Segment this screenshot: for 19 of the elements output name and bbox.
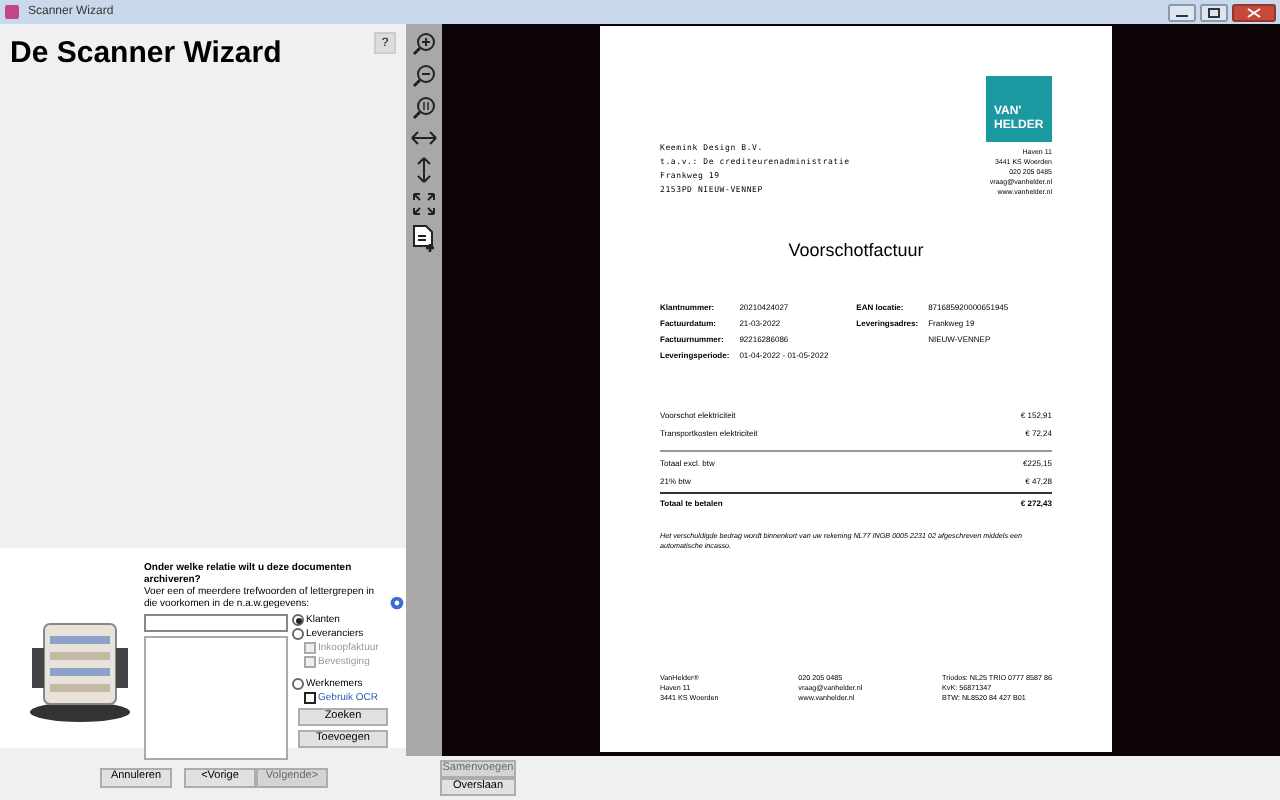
search-field[interactable] [144,614,288,632]
checkbox[interactable] [304,692,316,704]
radio-button[interactable] [292,628,304,640]
close-icon[interactable] [1232,3,1276,21]
minimize-icon[interactable] [1168,3,1196,21]
zoom-in-icon[interactable] [412,32,436,56]
zoom-out-icon[interactable] [412,64,436,88]
app-icon [4,4,20,20]
help-icon[interactable] [390,596,404,610]
fit-page-icon[interactable] [412,192,436,216]
fit-height-icon[interactable] [414,156,434,184]
fit-width-icon[interactable] [410,128,438,148]
radio-button[interactable] [292,614,304,626]
maximize-icon[interactable] [1200,3,1228,21]
zoom-actual-icon[interactable] [412,96,436,120]
wizard-heading: De Scanner Wizard [10,34,282,74]
add-page-icon[interactable] [412,224,436,252]
radio-button[interactable] [292,678,304,690]
invoice-title: Voorschotfactuur [786,238,926,264]
